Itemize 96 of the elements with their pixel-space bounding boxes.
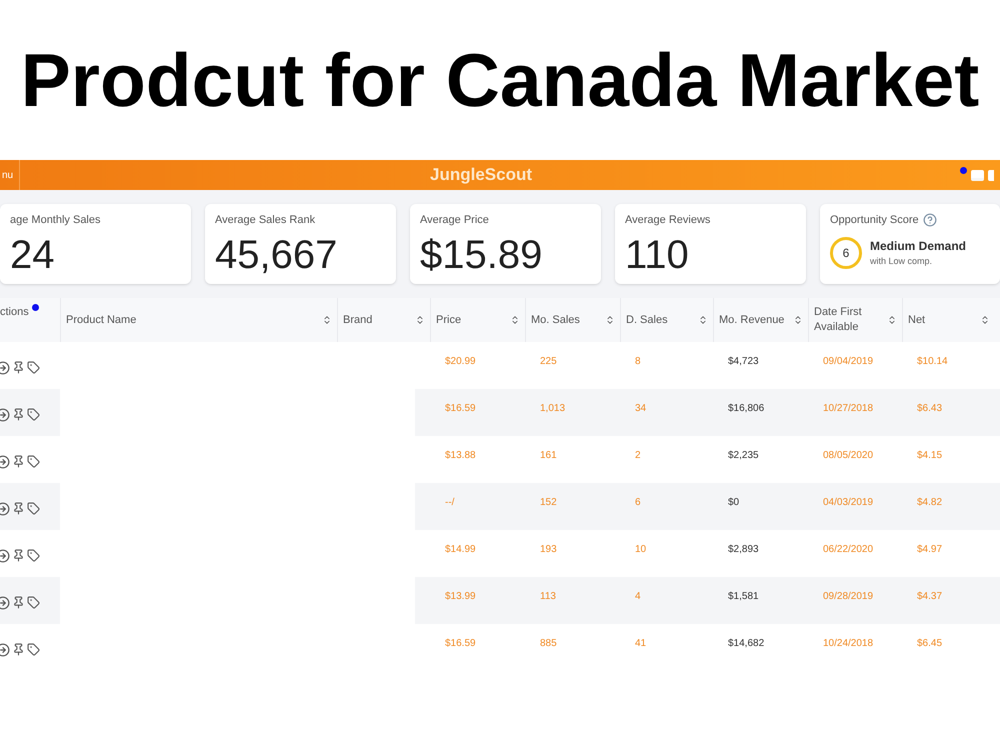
table-cell: 08/05/2020 xyxy=(823,450,874,461)
help-icon[interactable] xyxy=(922,213,937,228)
table-cell: 10/27/2018 xyxy=(823,403,874,414)
table-cell: $1,581 xyxy=(728,591,759,602)
table-cell: 09/04/2019 xyxy=(823,356,874,367)
table-cell: $14.99 xyxy=(445,544,476,555)
table-cell: 09/28/2019 xyxy=(823,591,874,602)
table-cell: 885 xyxy=(540,638,557,649)
sort-icon[interactable] xyxy=(980,315,990,325)
table-cell: 1,013 xyxy=(540,403,566,414)
table-cell: $4.15 xyxy=(917,450,942,461)
table-cell: 161 xyxy=(540,450,557,461)
tag-icon[interactable] xyxy=(27,361,40,374)
table-cell: $14,682 xyxy=(728,638,764,649)
pin-icon[interactable] xyxy=(12,361,25,374)
pin-icon[interactable] xyxy=(12,643,25,656)
stat-label: age Monthly Sales xyxy=(10,213,100,228)
score-subtitle: with Low comp. xyxy=(870,254,934,268)
column-label: Product Name xyxy=(66,312,136,328)
tag-icon[interactable] xyxy=(27,643,40,656)
sort-icon[interactable] xyxy=(322,315,332,325)
sort-icon[interactable] xyxy=(887,315,897,325)
table-cell: $4.37 xyxy=(917,591,942,602)
column-label: ctions xyxy=(0,305,29,320)
stat-value: 24 xyxy=(10,232,56,276)
open-icon[interactable] xyxy=(0,548,10,562)
column-label: Brand xyxy=(343,312,372,328)
table-cell: $16,806 xyxy=(728,403,764,414)
stat-label: Average Price xyxy=(420,213,489,228)
table-cell: 152 xyxy=(540,497,557,508)
table-cell: 4 xyxy=(635,591,641,602)
pin-icon[interactable] xyxy=(12,549,25,562)
sort-icon[interactable] xyxy=(793,315,803,325)
table-cell: $0 xyxy=(728,497,740,508)
table-cell: $2,893 xyxy=(728,544,759,555)
open-icon[interactable] xyxy=(0,454,10,468)
stat-value: 110 xyxy=(625,232,690,276)
table-cell: $13.99 xyxy=(445,591,476,602)
tag-icon[interactable] xyxy=(27,455,40,468)
stat-value: $15.89 xyxy=(420,232,544,276)
table-cell: $4,723 xyxy=(728,356,759,367)
stat-label: Average Reviews xyxy=(625,213,710,228)
sort-icon[interactable] xyxy=(510,315,520,325)
pin-icon[interactable] xyxy=(12,408,25,421)
table-cell: $13.88 xyxy=(445,450,476,461)
score-title: Medium Demand xyxy=(870,238,966,255)
headline: Prodcut for Canada Market xyxy=(20,36,980,124)
stat-label: Opportunity Score xyxy=(830,213,919,228)
table-cell: 10/24/2018 xyxy=(823,638,874,649)
table-cell: 8 xyxy=(635,356,641,367)
table-cell: 2 xyxy=(635,450,641,461)
table-cell: --/ xyxy=(445,497,454,508)
table-cell: $16.59 xyxy=(445,403,476,414)
table-cell: $2,235 xyxy=(728,450,759,461)
column-label: Mo. Sales xyxy=(531,312,580,328)
column-header[interactable]: ctions xyxy=(0,298,60,342)
table-cell: $4.97 xyxy=(917,544,942,555)
table-cell: 04/03/2019 xyxy=(823,497,874,508)
column-label: Date First Available xyxy=(814,305,863,335)
stat-label: Average Sales Rank xyxy=(215,213,316,228)
tag-icon[interactable] xyxy=(27,408,40,421)
sort-icon[interactable] xyxy=(415,315,425,325)
pin-icon[interactable] xyxy=(12,502,25,515)
open-icon[interactable] xyxy=(0,360,10,374)
table-cell: 41 xyxy=(635,638,646,649)
column-label: Mo. Revenue xyxy=(719,312,784,328)
open-icon[interactable] xyxy=(0,642,10,656)
table-cell: $16.59 xyxy=(445,638,476,649)
table-cell: 113 xyxy=(540,591,556,602)
table-cell: 34 xyxy=(635,403,646,414)
stat-value: 45,667 xyxy=(215,232,338,276)
tag-icon[interactable] xyxy=(27,502,40,515)
column-label: D. Sales xyxy=(626,312,668,328)
column-label: Price xyxy=(436,312,462,328)
table-cell: $10.14 xyxy=(917,356,948,367)
score-badge: 6 xyxy=(830,236,862,268)
table-cell: 193 xyxy=(540,544,557,555)
open-icon[interactable] xyxy=(0,596,10,610)
table-cell: 06/22/2020 xyxy=(823,544,874,555)
table-cell: $6.43 xyxy=(917,403,942,414)
table-cell: $4.82 xyxy=(917,497,942,508)
sort-icon[interactable] xyxy=(605,315,615,325)
table-cell: $6.45 xyxy=(917,638,942,649)
brand-logo: JungleScout xyxy=(430,164,532,186)
tag-icon[interactable] xyxy=(27,596,40,609)
sort-icon[interactable] xyxy=(698,315,708,325)
table-cell: 6 xyxy=(635,497,641,508)
table-cell: 10 xyxy=(635,544,646,555)
open-icon[interactable] xyxy=(0,502,10,516)
tag-icon[interactable] xyxy=(27,549,40,562)
column-label: Net xyxy=(908,312,926,328)
table-cell: 225 xyxy=(540,356,557,367)
open-icon[interactable] xyxy=(0,408,10,422)
pin-icon[interactable] xyxy=(12,455,25,468)
pin-icon[interactable] xyxy=(12,596,25,609)
table-cell: $20.99 xyxy=(445,356,476,367)
